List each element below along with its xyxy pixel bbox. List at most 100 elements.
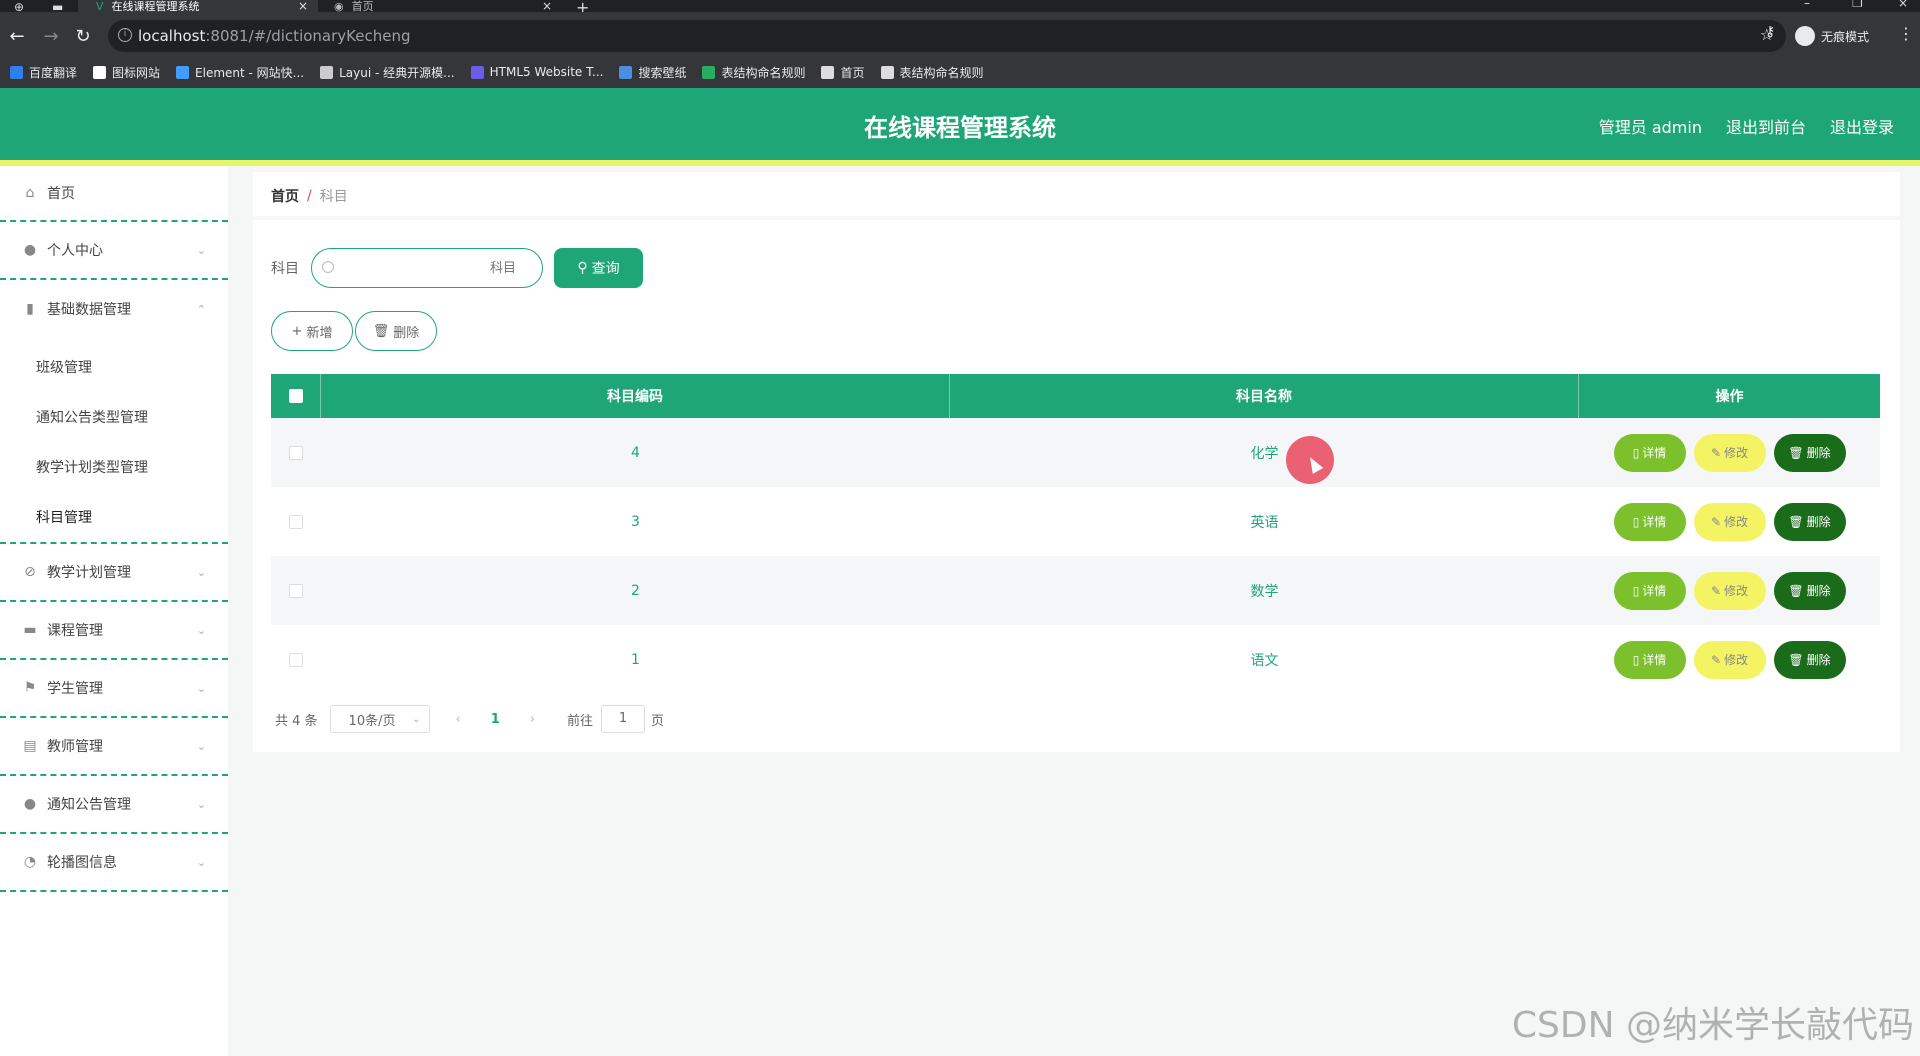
bookmark-item[interactable]: 表结构命名规则 [702,64,805,81]
sidebar-item-notice[interactable]: ● 通知公告管理 ⌄ [0,776,228,834]
url-input[interactable]: i localhost:8081/#/dictionaryKecheng ☆ [108,20,1786,52]
sidebar-item-carousel[interactable]: ◔ 轮播图信息 ⌄ [0,834,228,892]
reload-icon[interactable]: ↻ [72,26,94,48]
add-button[interactable]: + 新增 [271,311,353,351]
row-checkbox-cell [271,418,321,487]
key-icon[interactable]: ⚷ [1765,24,1775,40]
header-stripe [0,160,1920,166]
next-page-icon[interactable]: › [530,712,535,727]
edit-button[interactable]: ✎ 修改 [1693,640,1766,679]
more-menu-icon[interactable]: ⋮ [1898,24,1914,43]
sidebar-item-home[interactable]: ⌂ 首页 [0,166,228,222]
goto-page-input[interactable]: 1 [601,705,646,733]
page-size-select[interactable]: 10条/页 ⌄ [329,705,430,733]
bookmark-item[interactable]: Element - 网站快... [176,64,304,81]
incognito-indicator[interactable]: 无痕模式 [1795,22,1869,50]
url-path: :8081/#/dictionaryKecheng [205,27,411,45]
select-all-checkbox[interactable] [288,389,303,403]
sidebar-item-teacher[interactable]: ▤ 教师管理 ⌄ [0,718,228,776]
data-table: 科目编码 科目名称 操作 4 化学 ▯ 详情 ✎ 修改 🗑 删除 3 英语 ▯ 详情 ✎ 修改 🗑 删除 2 数学… [271,374,1880,694]
bookmark-icon [176,65,190,79]
document-icon: ▯ [1632,652,1640,667]
detail-button[interactable]: ▯ 详情 [1613,502,1686,541]
column-header-name[interactable]: 科目名称 [950,374,1579,418]
edit-button[interactable]: ✎ 修改 [1693,502,1766,541]
sidebar-item-base-data[interactable]: ▮ 基础数据管理 ⌃ [0,280,228,338]
detail-button[interactable]: ▯ 详情 [1613,640,1686,679]
bookmark-icon [320,65,334,79]
chevron-down-icon: ⌄ [196,565,206,579]
logout-link[interactable]: 退出登录 [1830,114,1894,138]
submenu-item-plan-type[interactable]: 教学计划类型管理 [0,442,228,492]
sidebar-item-teaching-plan[interactable]: ⊘ 教学计划管理 ⌄ [0,544,228,602]
back-to-front-link[interactable]: 退出到前台 [1726,114,1806,138]
chevron-down-icon: ⌄ [196,739,206,753]
search-field[interactable] [311,248,543,288]
browser-tab-active[interactable]: V 在线课程管理系统 × [78,0,318,13]
bookmark-item[interactable]: 表结构命名规则 [880,64,984,81]
table-row[interactable]: 3 英语 ▯ 详情 ✎ 修改 🗑 删除 [271,487,1880,556]
batch-delete-button[interactable]: 🗑 删除 [355,311,437,351]
edit-button[interactable]: ✎ 修改 [1693,433,1766,472]
bookmark-label: 首页 [840,65,865,80]
row-checkbox[interactable] [289,583,303,598]
bookmark-item[interactable]: 图标网站 [93,64,160,81]
search-input[interactable] [346,257,526,279]
maximize-icon[interactable]: ❐ [1852,0,1863,10]
trash-icon: 🗑 [1788,514,1804,529]
row-checkbox[interactable] [289,445,303,460]
column-header-code[interactable]: 科目编码 [321,374,950,418]
bookmark-item[interactable]: 首页 [821,64,865,81]
prev-page-icon[interactable]: ‹ [456,712,461,727]
goto-label: 前往 [567,713,594,729]
bookmark-item[interactable]: 搜索壁纸 [619,64,686,81]
delete-button[interactable]: 🗑 删除 [1773,433,1846,472]
table-row[interactable]: 2 数学 ▯ 详情 ✎ 修改 🗑 删除 [271,556,1880,625]
row-checkbox[interactable] [289,652,303,667]
edit-label: 修改 [1724,653,1749,667]
table-row[interactable]: 4 化学 ▯ 详情 ✎ 修改 🗑 删除 [271,418,1880,487]
submenu-item-subject[interactable]: 科目管理 [0,492,228,542]
cell-code: 2 [631,582,640,599]
bell-off-icon: ⊘ [24,564,36,580]
row-checkbox-cell [271,625,321,694]
browser-tab[interactable]: ◉ 首页 × [322,0,562,13]
edit-button[interactable]: ✎ 修改 [1693,571,1766,610]
sidebar-item-profile[interactable]: ● 个人中心 ⌄ [0,222,228,280]
submenu-item-class[interactable]: 班级管理 [0,342,228,392]
sidebar-item-student[interactable]: ⚑ 学生管理 ⌄ [0,660,228,718]
minimize-icon[interactable]: – [1804,0,1810,10]
bookmark-item[interactable]: HTML5 Website T... [470,65,603,79]
sidebar-item-course[interactable]: ▬ 课程管理 ⌄ [0,602,228,660]
search-icon [322,261,334,273]
bookmark-item[interactable]: Layui - 经典开源模... [320,64,455,81]
admin-user-link[interactable]: 管理员 admin [1599,114,1702,138]
row-checkbox[interactable] [289,514,303,529]
page-number[interactable]: 1 [491,712,500,727]
trash-icon: 🗑 [1788,583,1804,598]
delete-button[interactable]: 🗑 删除 [1773,640,1846,679]
info-icon[interactable]: i [118,28,132,42]
bookmark-icon [821,65,835,79]
forward-icon[interactable]: → [40,26,62,48]
bookmark-icon [93,65,107,79]
query-button[interactable]: ⚲ 查询 [554,248,643,288]
pagination: 共 4 条 10条/页 ⌄ ‹ 1 › 前往 1 页 [275,705,664,733]
query-button-label: 查询 [591,261,620,277]
cell-code: 3 [631,513,640,530]
detail-button[interactable]: ▯ 详情 [1613,433,1686,472]
table-row[interactable]: 1 语文 ▯ 详情 ✎ 修改 🗑 删除 [271,625,1880,694]
close-window-icon[interactable]: × [1898,0,1908,10]
chevron-down-icon: ⌄ [412,713,421,725]
bookmark-item[interactable]: 百度翻译 [10,64,77,81]
bookmarks-bar: 百度翻译 图标网站 Element - 网站快... Layui - 经典开源模...… [0,56,1920,88]
detail-button[interactable]: ▯ 详情 [1613,571,1686,610]
vue-logo-icon: V [96,0,104,13]
action-row: + 新增 🗑 删除 [271,311,437,351]
delete-button[interactable]: 🗑 删除 [1773,571,1846,610]
breadcrumb-home[interactable]: 首页 [271,186,299,206]
submenu-item-notice-type[interactable]: 通知公告类型管理 [0,392,228,442]
back-icon[interactable]: ← [6,26,28,48]
delete-button[interactable]: 🗑 删除 [1773,502,1846,541]
detail-label: 详情 [1642,653,1667,667]
